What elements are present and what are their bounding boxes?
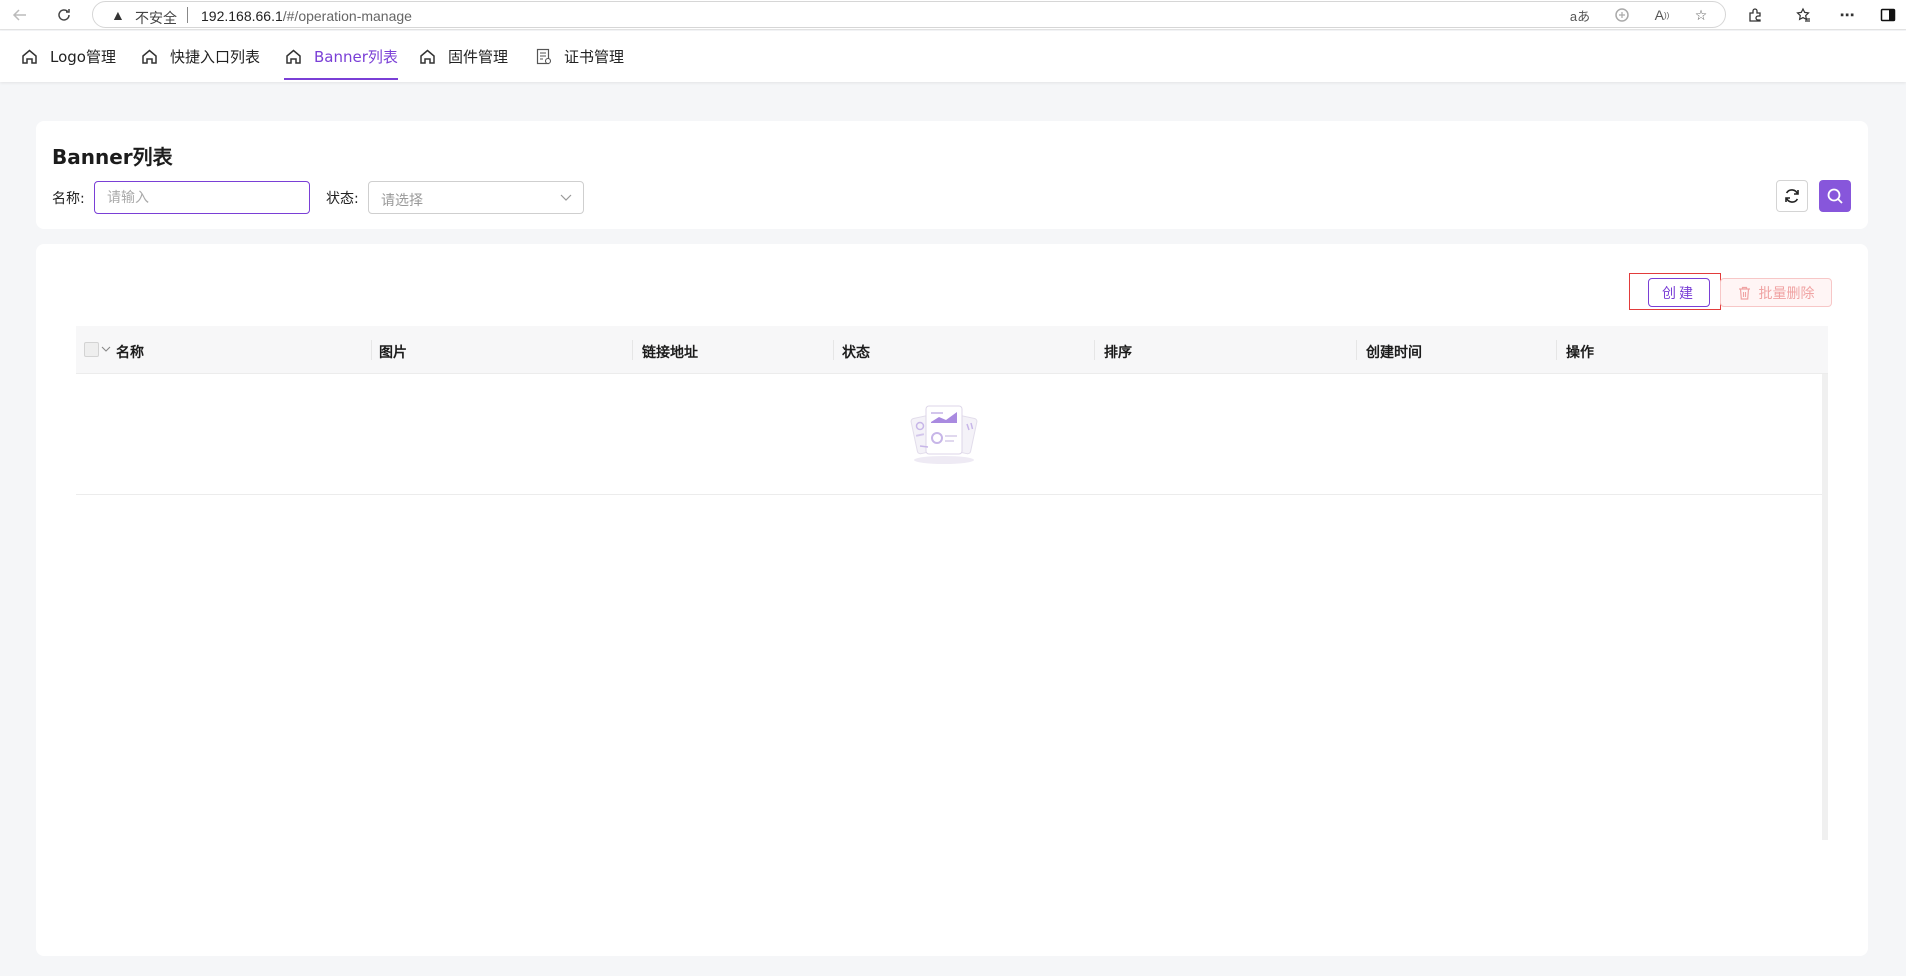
status-select-placeholder: 请选择 (381, 193, 423, 209)
browser-toolbar: ▲ 不安全 192.168.66.1/#/operation-manage aあ… (0, 0, 1906, 30)
active-tab-indicator (284, 78, 398, 80)
table-card: 创建 批量删除 名称 图片 链接地址 状态 排序 创建时间 操作 (36, 244, 1868, 956)
column-header-image: 图片 (379, 345, 407, 361)
reload-icon (58, 9, 70, 21)
column-header-sort: 排序 (1104, 345, 1132, 361)
address-divider (187, 7, 188, 23)
tab-banner-list[interactable]: Banner列表 (284, 31, 398, 82)
tab-label: 证书管理 (564, 48, 625, 66)
table-scrollbar[interactable] (1822, 374, 1828, 840)
tab-certificate-manage[interactable]: 证书管理 (534, 31, 624, 82)
reset-button[interactable] (1776, 180, 1808, 212)
table-body-empty (76, 374, 1828, 495)
column-divider (1356, 340, 1357, 360)
module-tabs: Logo管理 快捷入口列表 Banner列表 固件管理 证书管理 (0, 31, 1906, 82)
chevron-down-icon (559, 190, 573, 209)
more-menu-icon[interactable]: ⋯ (1835, 3, 1859, 27)
page-title: Banner列表 (52, 145, 173, 169)
certificate-icon (534, 48, 552, 66)
table-header: 名称 图片 链接地址 状态 排序 创建时间 操作 (76, 326, 1828, 374)
tab-label: 快捷入口列表 (170, 48, 261, 66)
arrow-left-icon (12, 9, 26, 21)
column-header-created-time: 创建时间 (1366, 345, 1422, 361)
home-icon (20, 48, 38, 66)
tab-quick-entry[interactable]: 快捷入口列表 (140, 31, 260, 82)
batch-delete-label: 批量删除 (1758, 285, 1815, 302)
address-bar[interactable]: ▲ 不安全 192.168.66.1/#/operation-manage aあ… (92, 1, 1726, 28)
warning-icon: ▲ (111, 7, 125, 23)
column-header-link: 链接地址 (642, 345, 698, 361)
tab-label: 固件管理 (448, 48, 509, 66)
batch-delete-button[interactable]: 批量删除 (1720, 278, 1832, 307)
status-field-label: 状态: (326, 191, 359, 207)
column-divider (1094, 340, 1095, 360)
status-select[interactable]: 请选择 (368, 181, 584, 214)
home-icon (418, 48, 436, 66)
refresh-icon (1785, 189, 1799, 203)
create-button[interactable]: 创建 (1648, 278, 1710, 307)
chevron-down-icon[interactable] (101, 341, 111, 359)
reload-button[interactable] (52, 3, 76, 27)
column-header-status: 状态 (842, 345, 870, 361)
select-all-checkbox[interactable] (84, 342, 99, 357)
read-aloud-icon[interactable]: aあ (1569, 5, 1591, 25)
column-divider (371, 340, 372, 360)
url-text: 192.168.66.1/#/operation-manage (201, 8, 412, 24)
empty-data-illustration (910, 405, 978, 464)
column-divider (632, 340, 633, 360)
trash-icon (1738, 286, 1751, 300)
tab-logo-manage[interactable]: Logo管理 (20, 31, 116, 82)
immersive-reader-icon[interactable]: A)) (1651, 5, 1673, 25)
tab-label: Banner列表 (314, 48, 398, 66)
name-search-input[interactable] (94, 181, 310, 214)
search-button[interactable] (1819, 180, 1851, 212)
tab-firmware-manage[interactable]: 固件管理 (418, 31, 508, 82)
column-divider (833, 340, 834, 360)
security-status: 不安全 (135, 11, 177, 27)
back-button[interactable] (8, 3, 32, 27)
name-field-label: 名称: (52, 191, 85, 207)
search-form-card: Banner列表 名称: 状态: 请选择 (36, 121, 1868, 229)
tab-label: Logo管理 (50, 48, 116, 66)
search-icon (1827, 188, 1843, 204)
extensions-icon[interactable] (1743, 3, 1767, 27)
translate-icon[interactable] (1611, 5, 1633, 25)
column-header-actions: 操作 (1566, 345, 1594, 361)
column-divider (1556, 340, 1557, 360)
favorite-star-icon[interactable]: ☆ (1690, 5, 1712, 25)
home-icon (140, 48, 158, 66)
collections-icon[interactable] (1791, 3, 1815, 27)
home-icon (284, 48, 302, 66)
sidebar-toggle-icon[interactable] (1876, 3, 1900, 27)
column-header-name: 名称 (116, 345, 144, 361)
